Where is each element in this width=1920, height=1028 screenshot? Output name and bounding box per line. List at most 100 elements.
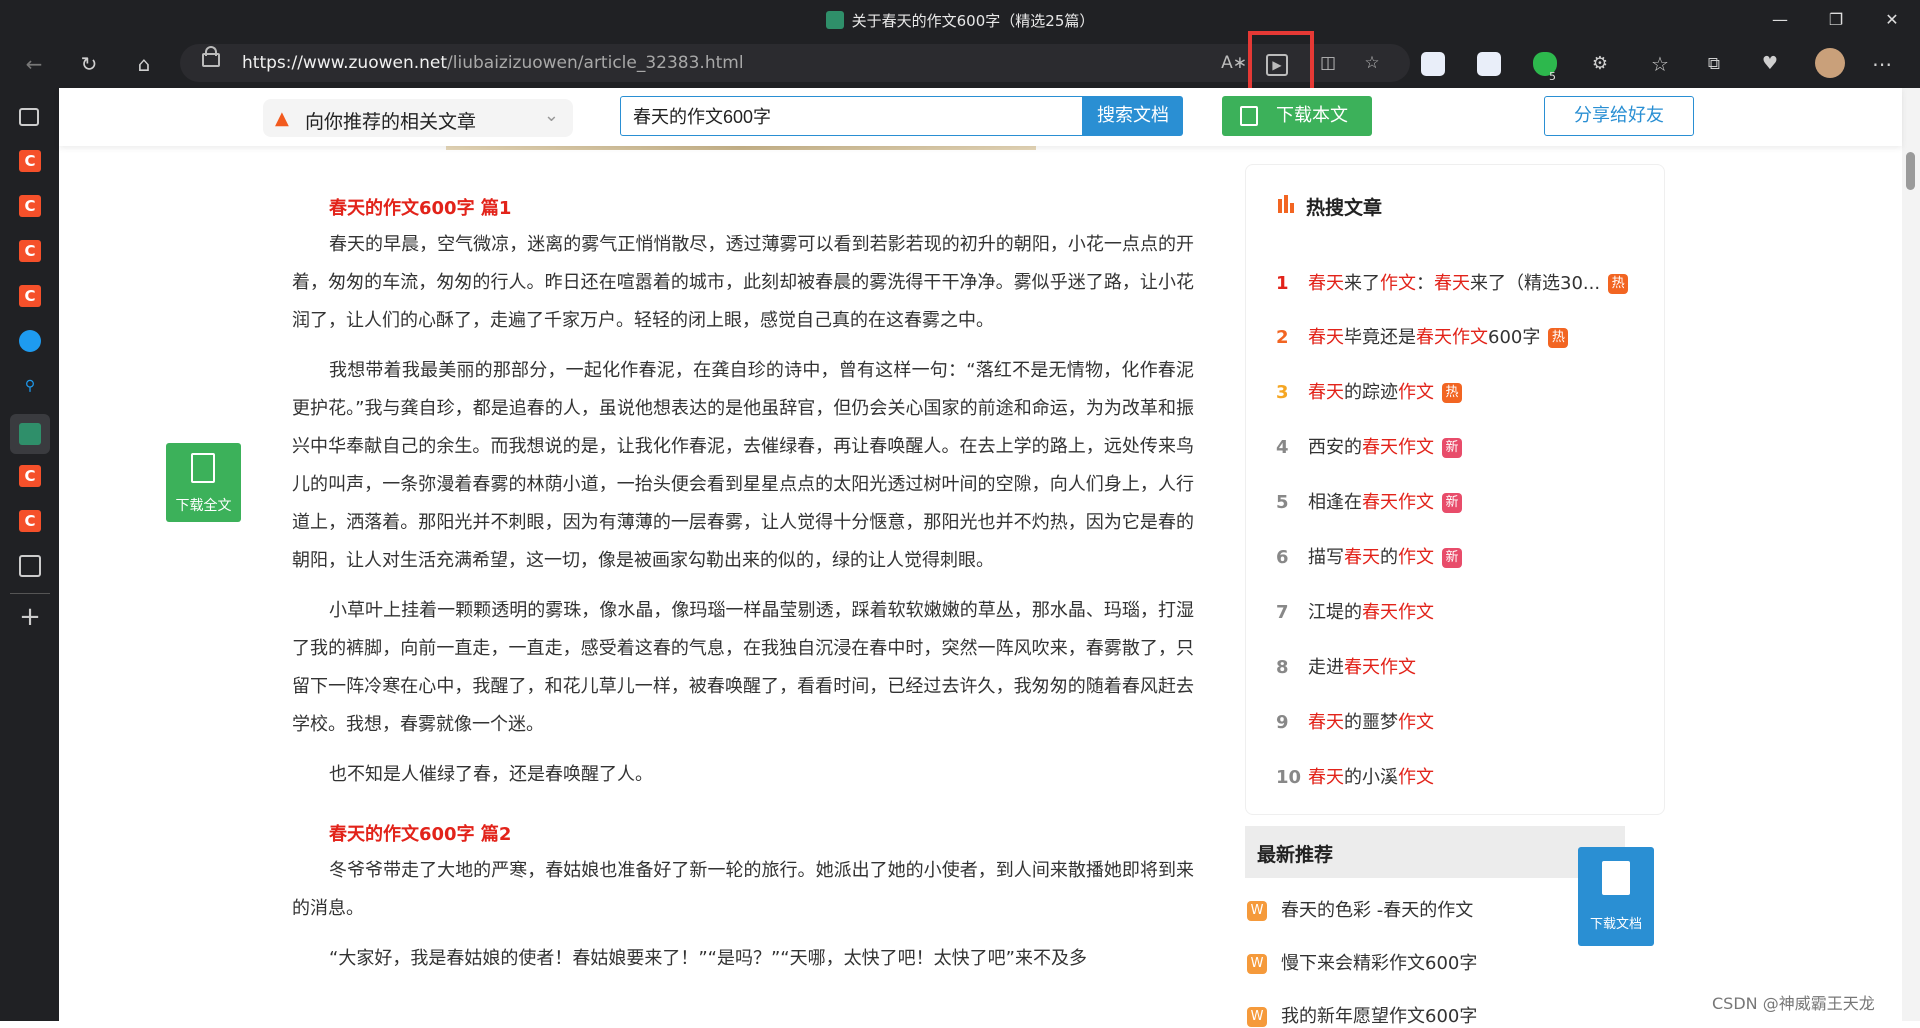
hot-title-keyword: 春天: [1308, 712, 1344, 733]
close-button[interactable]: ✕: [1864, 0, 1920, 40]
hot-badge: 热: [1548, 328, 1569, 348]
new-tab-plus-icon[interactable]: +: [19, 604, 41, 630]
page-scrollbar[interactable]: [1902, 88, 1920, 1021]
sidebar-tab-csdn-5-icon[interactable]: C: [19, 465, 41, 487]
sidebar-tab-zuowen-icon[interactable]: [19, 423, 41, 445]
hot-rank-number: 8: [1276, 657, 1289, 678]
tab-actions-icon[interactable]: [19, 108, 39, 126]
hot-title-text: 的噩梦: [1344, 712, 1398, 733]
watermark: CSDN @神威霸王天龙: [1712, 994, 1875, 1013]
hot-article-item[interactable]: 1 春天来了作文：春天来了（精选30... 热: [1276, 269, 1629, 299]
hot-title-keyword: 春天作文: [1362, 492, 1434, 513]
hot-title-keyword: 春天: [1434, 273, 1470, 294]
favorites-icon[interactable]: ☆: [1642, 46, 1678, 82]
hot-panel-title: 热搜文章: [1306, 197, 1383, 219]
hot-articles-panel: 热搜文章 1 春天来了作文：春天来了（精选30... 热 2 春天毕竟还是春天作文600…: [1245, 164, 1665, 815]
hot-title-text: 走进: [1308, 657, 1344, 678]
hot-article-item[interactable]: 10 春天的小溪作文: [1276, 763, 1434, 793]
browser-essentials-icon[interactable]: ♥: [1752, 46, 1788, 82]
search-input[interactable]: [621, 97, 1081, 135]
related-articles-dropdown[interactable]: ▲ 向你推荐的相关文章 ⌄: [263, 99, 573, 137]
article-body: 春天的作文600字 篇1 春天的早晨，空气微凉，迷离的雾气正悄悄散尽，透过薄雾可…: [292, 190, 1194, 990]
sidebar-tab-bird-icon[interactable]: [19, 330, 41, 352]
address-bar[interactable]: https://www.zuowen.net/liubaizizuowen/ar…: [180, 44, 1410, 82]
hot-title-text: 描写: [1308, 547, 1344, 568]
article-paragraph: 小草叶上挂着一颗颗透明的雾珠，像水晶，像玛瑙一样晶莹剔透，踩着软软嫩嫩的草丛，那…: [292, 600, 1194, 735]
sidebar-tab-csdn-3-icon[interactable]: C: [19, 240, 41, 262]
window-title: 关于春天的作文600字（精选25篇）: [0, 10, 1920, 31]
hot-article-item[interactable]: 5 相逢在春天作文新: [1276, 488, 1462, 518]
maximize-button[interactable]: ❐: [1808, 0, 1864, 40]
document-list-icon: [1240, 106, 1258, 126]
article-paragraph: 春天的早晨，空气微凉，迷离的雾气正悄悄散尽，透过薄雾可以看到若影若现的初升的朝阳…: [292, 234, 1194, 331]
extension-2-icon[interactable]: [1477, 52, 1501, 76]
hot-article-item[interactable]: 7 江堤的春天作文: [1276, 598, 1434, 628]
minimize-button[interactable]: —: [1752, 0, 1808, 40]
hot-title-keyword: 作文: [1380, 273, 1416, 294]
hot-rank-number: 3: [1276, 382, 1289, 403]
sidebar-tab-csdn-6-icon[interactable]: C: [19, 510, 41, 532]
hot-article-item[interactable]: 3 春天的踪迹作文热: [1276, 378, 1462, 408]
url-text[interactable]: https://www.zuowen.net/liubaizizuowen/ar…: [242, 53, 744, 73]
sidebar-tab-csdn-4-icon[interactable]: C: [19, 285, 41, 307]
float-download-doc-button[interactable]: 下载文档: [1578, 847, 1654, 946]
read-aloud-icon[interactable]: A∗: [1220, 50, 1248, 76]
title-bar: 关于春天的作文600字（精选25篇） — ❐ ✕: [0, 0, 1920, 40]
float-download-full-button[interactable]: 下载全文: [166, 443, 241, 522]
url-path: /liubaizizuowen/article_32383.html: [447, 53, 744, 73]
hot-title-keyword: 作文: [1398, 767, 1434, 788]
home-button[interactable]: ⌂: [126, 46, 162, 82]
hot-article-item[interactable]: 2 春天毕竟还是春天作文600字热: [1276, 323, 1569, 353]
hot-rank-number: 10: [1276, 767, 1302, 788]
hot-title-keyword: 春天作文: [1416, 327, 1488, 348]
download-article-label: 下载本文: [1276, 105, 1348, 126]
hot-title-text: 毕竟还是: [1344, 327, 1416, 348]
hot-title-keyword: 作文: [1398, 547, 1434, 568]
download-article-button[interactable]: 下载本文: [1222, 96, 1372, 136]
hot-rank-number: 1: [1276, 273, 1289, 294]
hot-article-item[interactable]: 4 西安的春天作文新: [1276, 433, 1462, 463]
latest-article-item[interactable]: W 慢下来会精彩作文600字: [1247, 949, 1477, 975]
hot-rank-number: 4: [1276, 437, 1289, 458]
sidebar-tab-search-icon[interactable]: ⚲: [19, 375, 41, 397]
window-title-text: 关于春天的作文600字（精选25篇）: [851, 12, 1095, 30]
latest-article-title: 春天的色彩 -春天的作文: [1281, 900, 1474, 921]
hot-title-text: 相逢在: [1308, 492, 1362, 513]
hot-title-text: 600字: [1488, 327, 1541, 348]
sidebar-divider: [10, 593, 50, 594]
url-host: https://www.zuowen.net: [242, 53, 448, 73]
hot-title-text: 的小溪: [1344, 767, 1398, 788]
split-screen-icon[interactable]: ◫: [1314, 50, 1342, 76]
refresh-button[interactable]: ↻: [71, 46, 107, 82]
extension-1-icon[interactable]: [1421, 52, 1445, 76]
hot-article-item[interactable]: 8 走进春天作文: [1276, 653, 1416, 683]
hot-article-item[interactable]: 6 描写春天的作文新: [1276, 543, 1462, 573]
sticky-header: ▲ 向你推荐的相关文章 ⌄ 搜索文档 下载本文 分享给好友: [59, 88, 1902, 146]
hot-rank-number: 5: [1276, 492, 1289, 513]
share-button[interactable]: 分享给好友: [1544, 96, 1694, 136]
avatar[interactable]: [1815, 48, 1845, 78]
hot-title-text: 来了（精选30...: [1470, 273, 1601, 294]
hot-article-item[interactable]: 9 春天的噩梦作文: [1276, 708, 1434, 738]
latest-article-item[interactable]: W 我的新年愿望作文600字: [1247, 1002, 1477, 1028]
sidebar-tab-csdn-1-icon[interactable]: C: [19, 150, 41, 172]
back-button[interactable]: ←: [16, 46, 52, 82]
sidebar-tab-window-icon[interactable]: [19, 555, 41, 577]
scrollbar-thumb[interactable]: [1906, 152, 1915, 190]
sidebar-tab-csdn-2-icon[interactable]: C: [19, 195, 41, 217]
search-docs-button[interactable]: 搜索文档: [1083, 96, 1183, 136]
hot-title-keyword: 春天: [1344, 547, 1380, 568]
collections-icon[interactable]: ⧉: [1696, 46, 1732, 82]
extensions-puzzle-icon[interactable]: ⚙: [1582, 46, 1618, 82]
latest-article-item[interactable]: W 春天的色彩 -春天的作文: [1247, 896, 1473, 922]
latest-article-title: 慢下来会精彩作文600字: [1281, 953, 1478, 974]
add-favorite-icon[interactable]: ☆: [1358, 50, 1386, 76]
more-menu-icon[interactable]: ⋯: [1864, 46, 1900, 82]
new-badge: 新: [1442, 548, 1462, 568]
hot-title-keyword: 作文: [1398, 382, 1434, 403]
thumbs-up-icon: ▲: [275, 108, 289, 129]
hot-rank-number: 7: [1276, 602, 1289, 623]
hot-badge: 热: [1608, 274, 1629, 294]
hot-title-keyword: 春天: [1308, 767, 1344, 788]
hot-title-keyword: 春天作文: [1362, 437, 1434, 458]
